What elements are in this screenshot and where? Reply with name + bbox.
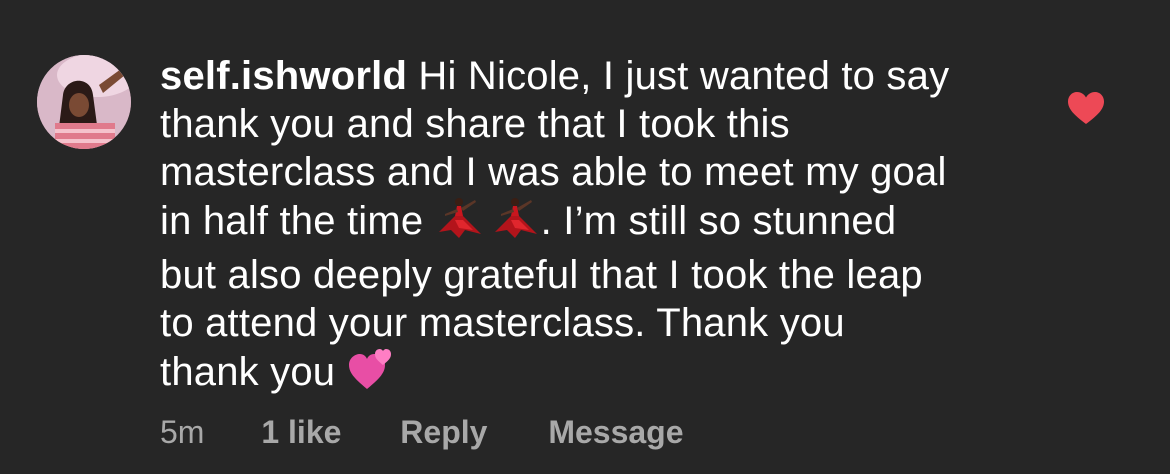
- comment-line-6: to attend your masterclass. Thank you: [160, 301, 845, 345]
- two-hearts-emoji: [347, 347, 395, 402]
- comment-text: thank you: [160, 350, 347, 395]
- username-link[interactable]: self.ishworld: [160, 54, 407, 98]
- reply-button[interactable]: Reply: [400, 412, 487, 452]
- comment-meta: 5m 1 like Reply Message: [160, 412, 684, 452]
- message-button[interactable]: Message: [548, 412, 683, 452]
- comment-line-5: but also deeply grateful that I took the…: [160, 253, 923, 297]
- dancer-emoji: [491, 196, 541, 251]
- timestamp: 5m: [160, 414, 205, 450]
- comment-text: . I’m still so stunned: [540, 199, 897, 244]
- comment-row: self.ishworld Hi Nicole, I just wanted t…: [0, 0, 1170, 474]
- dancer-emoji: [435, 196, 485, 251]
- comment-line-3: masterclass and I was able to meet my go…: [160, 150, 947, 194]
- comment-line-4: in half the time . I’m still so stunned: [160, 196, 1040, 251]
- comment-text: in half the time: [160, 199, 435, 244]
- avatar-image: [37, 55, 131, 149]
- comment-line-1: self.ishworld Hi Nicole, I just wanted t…: [160, 52, 1040, 100]
- comment-body: self.ishworld Hi Nicole, I just wanted t…: [160, 52, 1040, 402]
- comment-text: Hi Nicole, I just wanted to say: [407, 54, 950, 98]
- like-count-button[interactable]: 1 like: [261, 412, 341, 452]
- comment-line-2: thank you and share that I took this: [160, 102, 790, 146]
- heart-icon[interactable]: [1067, 91, 1105, 125]
- comment-line-7: thank you: [160, 347, 1040, 402]
- avatar[interactable]: [37, 55, 131, 149]
